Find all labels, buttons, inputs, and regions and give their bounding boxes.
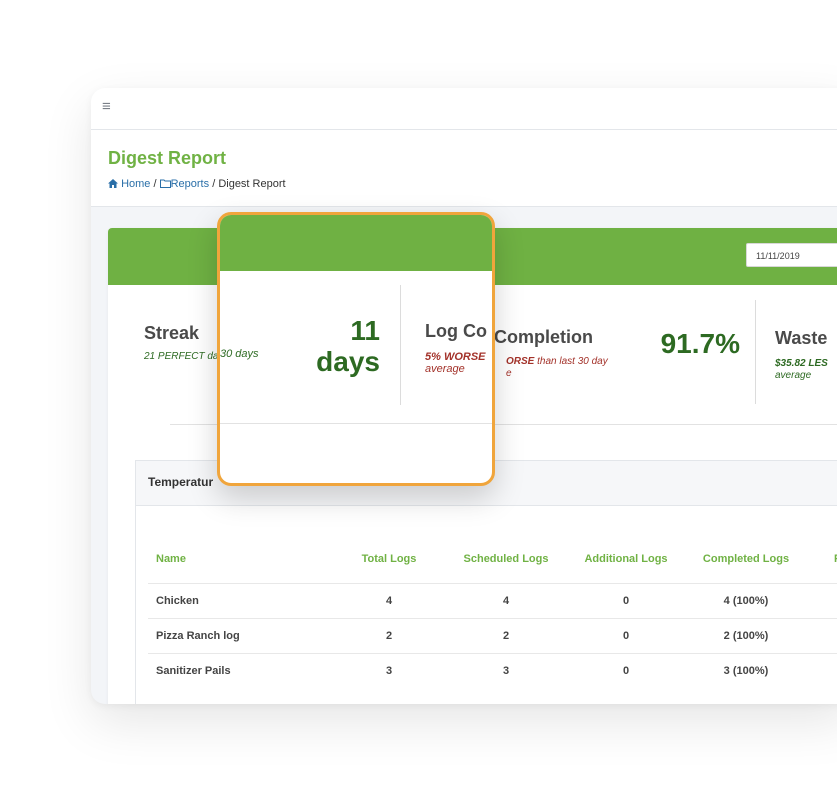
page-header: Digest Report Home / Reports / Digest Re… [91, 130, 837, 207]
column-header-name[interactable]: Name [156, 553, 186, 565]
completion-subtitle: ORSE than last 30 day e [506, 356, 608, 379]
callout-streak-subtitle: 30 days [220, 348, 259, 360]
cell-total: 2 [385, 630, 393, 642]
hamburger-icon[interactable]: ≡ [102, 98, 111, 115]
completion-value: 91.7% [660, 328, 740, 359]
cell-scheduled: 4 [502, 595, 510, 607]
cell-scheduled: 2 [502, 630, 510, 642]
magnified-streak-callout: 30 days 11 days Log Co 5% WORSE average [217, 212, 495, 486]
home-icon [108, 179, 118, 188]
cell-additional: 0 [622, 595, 630, 607]
cell-additional: 0 [622, 630, 630, 642]
column-header-total-logs[interactable]: Total Logs [349, 553, 429, 565]
page-title: Digest Report [108, 148, 227, 168]
callout-header [220, 215, 492, 271]
breadcrumb-current: Digest Report [218, 178, 286, 190]
cell-completed: 2 (100%) [723, 630, 769, 642]
cell-total: 4 [385, 595, 393, 607]
streak-title: Streak [144, 323, 200, 343]
stat-divider [755, 300, 756, 404]
breadcrumb-reports[interactable]: Reports [159, 178, 209, 190]
completion-title: Completion [494, 327, 593, 347]
cell-completed: 3 (100%) [723, 665, 769, 677]
temperature-logs-panel: Temperatur Name Total Logs Scheduled Log… [135, 460, 837, 704]
folder-icon [159, 179, 171, 188]
breadcrumb-home[interactable]: Home [108, 178, 150, 190]
cell-name: Chicken [156, 595, 199, 607]
callout-log-completion-subtitle: 5% WORSE average [425, 351, 486, 375]
waste-title: Waste [775, 328, 828, 348]
date-input[interactable]: 11/11/2019 [746, 243, 837, 267]
top-navbar: ≡ [91, 88, 837, 130]
callout-log-completion-title: Log Co [425, 321, 487, 341]
panel-title: Temperatur [148, 475, 214, 489]
breadcrumb: Home / Reports / Digest Report [108, 178, 286, 190]
streak-subtitle: 21 PERFECT day [144, 351, 224, 362]
column-header-completed-logs[interactable]: Completed Logs [696, 553, 796, 565]
breadcrumb-separator: / [153, 178, 157, 190]
cell-name: Sanitizer Pails [156, 665, 231, 677]
column-header-additional-logs[interactable]: Additional Logs [576, 553, 676, 565]
waste-subtitle: $35.82 LES average [775, 358, 828, 381]
callout-divider [400, 285, 401, 405]
cell-total: 3 [385, 665, 393, 677]
callout-bottom-divider [220, 423, 492, 424]
cell-name: Pizza Ranch log [156, 630, 240, 642]
cell-additional: 0 [622, 665, 630, 677]
table-row[interactable]: Chicken 4 4 0 4 (100%) [148, 583, 837, 619]
cell-scheduled: 3 [502, 665, 510, 677]
cell-completed: 4 (100%) [723, 595, 769, 607]
column-header-scheduled-logs[interactable]: Scheduled Logs [456, 553, 556, 565]
breadcrumb-separator: / [212, 178, 216, 190]
table-row[interactable]: Sanitizer Pails 3 3 0 3 (100%) [148, 653, 837, 689]
callout-streak-value: 11 days [316, 315, 380, 377]
table-row[interactable]: Pizza Ranch log 2 2 0 2 (100%) [148, 618, 837, 654]
